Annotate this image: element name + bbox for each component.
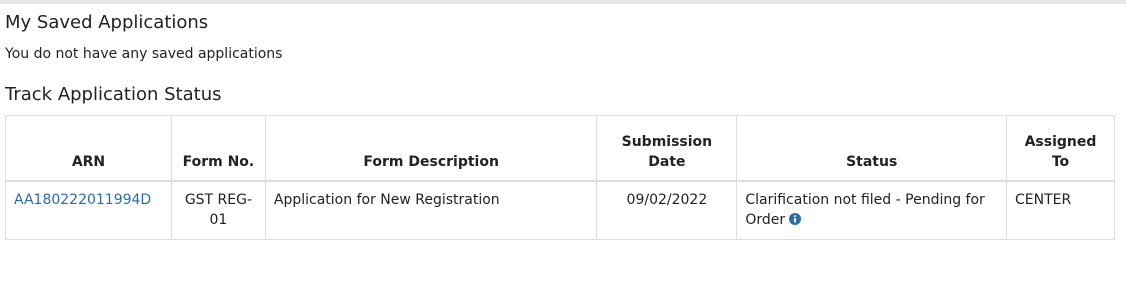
status-cell: Clarification not filed - Pending for Or… [736,180,1007,240]
arn-link[interactable]: AA180222011994D [14,192,151,208]
table-row: AA180222011994D GST REG-01 Application f… [5,180,1115,240]
application-status-table: ARN Form No. Form Description Submission… [5,115,1115,240]
column-header-submission-date: Submission Date [596,115,738,182]
arn-cell: AA180222011994D [5,180,172,240]
track-application-status-title: Track Application Status [5,84,222,105]
saved-applications-title: My Saved Applications [5,12,209,33]
assigned-to-cell: CENTER [1006,180,1115,240]
status-text: Clarification not filed - Pending for Or… [745,192,985,228]
column-header-status: Status [736,115,1007,182]
form-description-cell: Application for New Registration [264,180,598,240]
form-no-cell: GST REG-01 [170,180,266,240]
column-header-assigned-to: Assigned To [1006,115,1115,182]
column-header-arn: ARN [5,115,172,182]
table-header-row: ARN Form No. Form Description Submission… [5,115,1115,182]
column-header-form-description: Form Description [264,115,598,182]
submission-date-cell: 09/02/2022 [596,180,738,240]
info-circle-icon[interactable] [789,211,802,231]
column-header-form-no: Form No. [170,115,266,182]
no-saved-applications-message: You do not have any saved applications [5,46,283,62]
top-divider [0,0,1126,4]
